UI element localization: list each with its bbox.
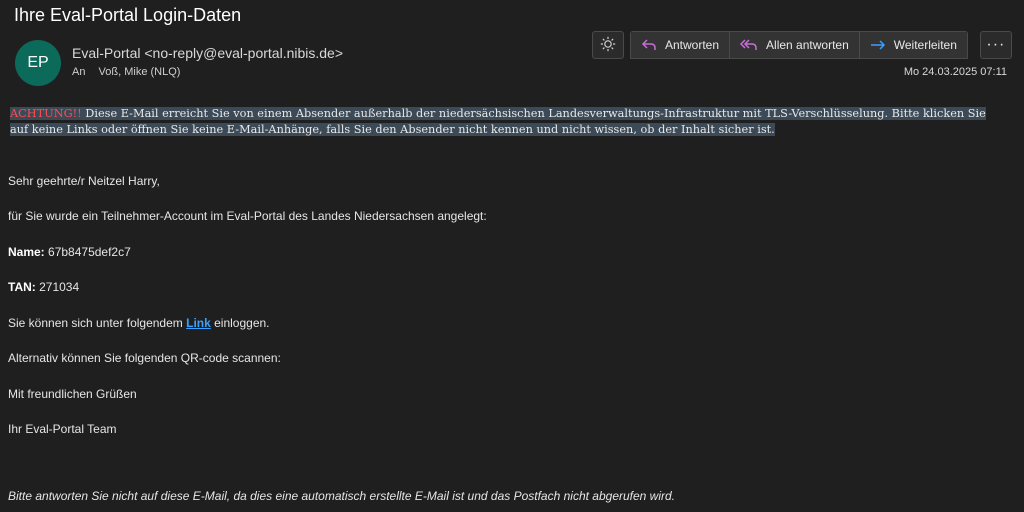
greeting: Sehr geehrte/r Neitzel Harry, — [8, 174, 160, 188]
message-toolbar: Antworten Allen antworten Weiterleiten ·… — [592, 31, 1012, 61]
received-date: Mo 24.03.2025 07:11 — [903, 66, 1007, 78]
login-suffix: einloggen. — [210, 316, 270, 330]
reply-all-label: Allen antworten — [766, 38, 849, 52]
reply-all-icon — [740, 38, 758, 52]
more-icon: ··· — [986, 36, 1006, 53]
name-value: 67b8475def2c7 — [44, 245, 131, 259]
reply-button-group: Antworten Allen antworten Weiterleiten — [630, 31, 968, 61]
forward-label: Weiterleiten — [893, 38, 957, 52]
warning-text: Diese E-Mail erreicht Sie von einem Abse… — [10, 107, 986, 136]
brightness-button[interactable] — [592, 31, 624, 59]
intro-text: für Sie wurde ein Teilnehmer-Account im … — [8, 209, 487, 223]
sun-icon — [600, 36, 616, 55]
recipient-name[interactable]: Voß, Mike (NLQ) — [99, 66, 181, 78]
avatar[interactable]: EP — [15, 40, 61, 86]
warning-alert: ACHTUNG!! — [10, 107, 82, 120]
login-prefix: Sie können sich unter folgendem — [8, 316, 187, 330]
sender-address[interactable]: Eval-Portal <no-reply@eval-portal.nibis.… — [72, 45, 343, 61]
forward-button[interactable]: Weiterleiten — [858, 31, 968, 59]
login-line: Sie können sich unter folgendem Link ein… — [8, 316, 270, 330]
signature: Ihr Eval-Portal Team — [8, 422, 117, 436]
external-sender-warning: ACHTUNG!! Diese E-Mail erreicht Sie von … — [10, 106, 1000, 138]
recipient-line: An Voß, Mike (NLQ) — [72, 66, 180, 78]
reply-all-button[interactable]: Allen antworten — [729, 31, 859, 59]
reply-icon — [641, 38, 657, 52]
tan-value: 271034 — [35, 280, 80, 294]
qr-instruction: Alternativ können Sie folgenden QR-code … — [8, 351, 281, 365]
tan-line: TAN: 271034 — [8, 280, 79, 294]
login-link[interactable]: Link — [186, 316, 211, 330]
closing: Mit freundlichen Grüßen — [8, 387, 137, 401]
name-label: Name: — [8, 245, 45, 259]
reply-label: Antworten — [665, 38, 720, 52]
footer-note: Bitte antworten Sie nicht auf diese E-Ma… — [8, 489, 676, 503]
name-line: Name: 67b8475def2c7 — [8, 245, 131, 259]
email-subject: Ihre Eval-Portal Login-Daten — [14, 5, 242, 25]
reply-button[interactable]: Antworten — [630, 31, 730, 59]
tan-label: TAN: — [8, 280, 36, 294]
to-label: An — [72, 66, 86, 78]
more-options-button[interactable]: ··· — [979, 31, 1012, 59]
forward-arrow-icon — [870, 38, 886, 52]
